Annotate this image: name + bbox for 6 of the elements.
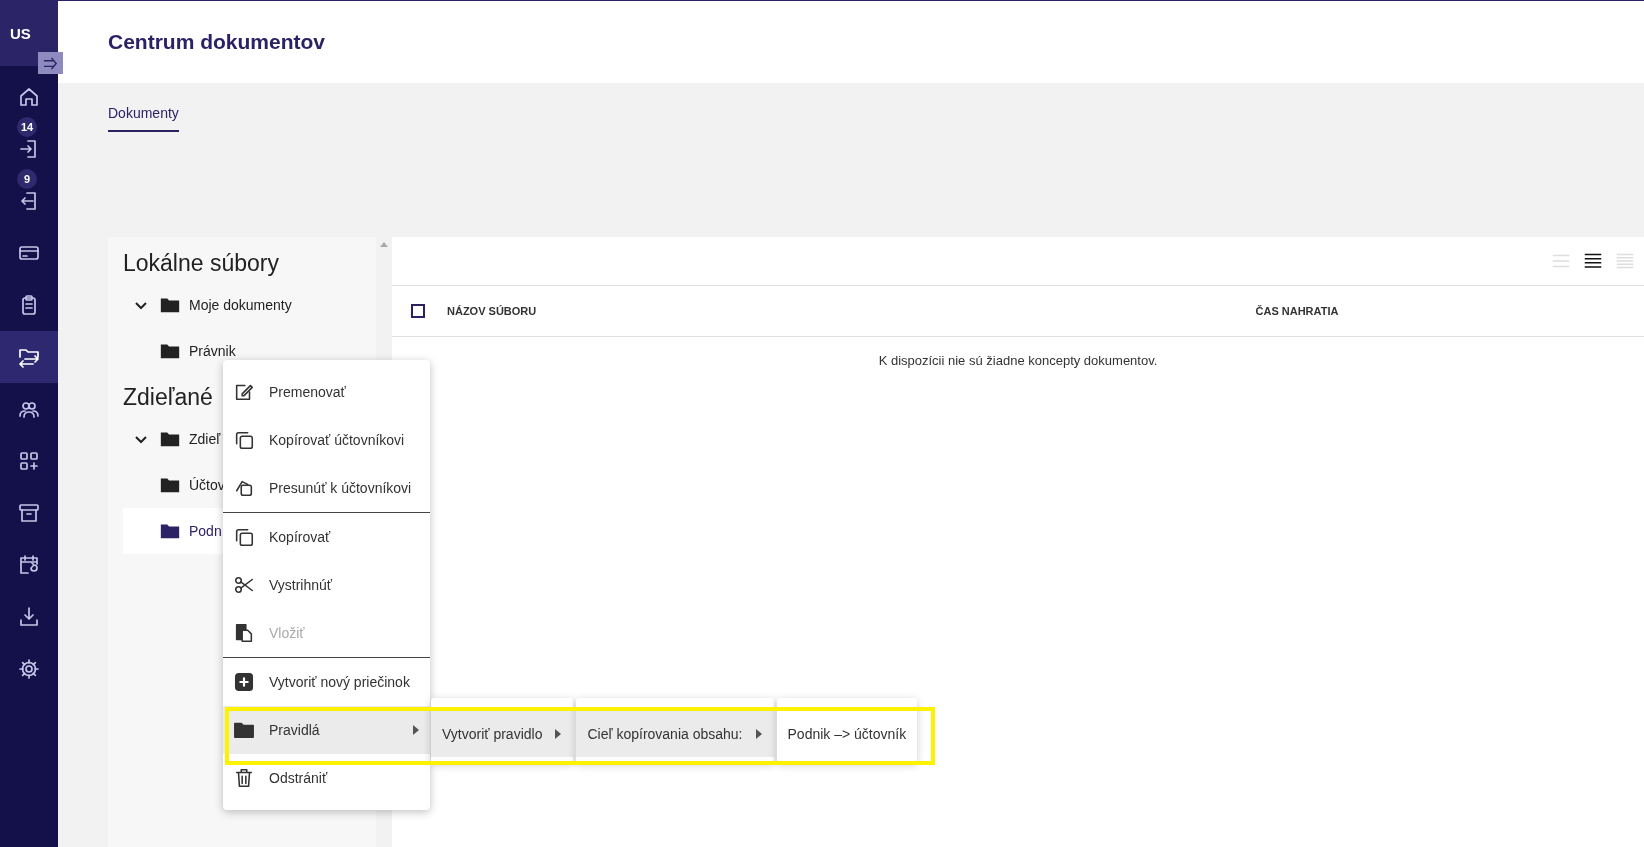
section-heading: Zdieľané (123, 383, 213, 412)
count-badge: 9 (17, 169, 37, 189)
count-badge: 14 (17, 117, 37, 137)
section-heading: Lokálne súbory (123, 249, 279, 278)
page-title: Centrum dokumentov (108, 30, 325, 54)
empty-message: K dispozícii nie sú žiadne koncepty dokumentov. (878, 353, 1158, 368)
